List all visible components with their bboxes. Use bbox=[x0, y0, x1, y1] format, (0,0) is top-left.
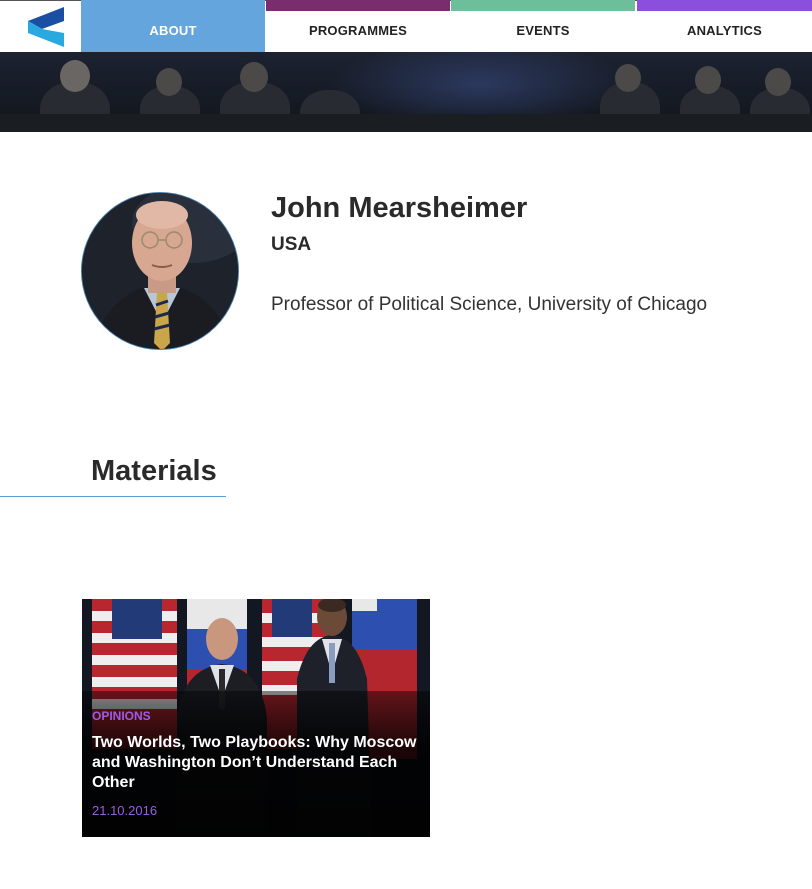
material-card[interactable]: OPINIONS Two Worlds, Two Playbooks: Why … bbox=[82, 599, 430, 837]
portrait-image bbox=[82, 193, 238, 349]
chevron-logo-icon bbox=[28, 7, 64, 47]
nav-item-label: ANALYTICS bbox=[687, 22, 762, 38]
nav-accent-bar bbox=[266, 0, 450, 11]
card-title-link[interactable]: Two Worlds, Two Playbooks: Why Moscow an… bbox=[92, 733, 422, 793]
hero-banner-image bbox=[0, 52, 812, 132]
site-logo[interactable] bbox=[0, 0, 81, 52]
nav-accent-bar bbox=[637, 0, 812, 11]
profile-name: John Mearsheimer bbox=[271, 192, 528, 224]
top-navigation: ABOUT PROGRAMMES EVENTS ANALYTICS bbox=[0, 0, 812, 52]
nav-item-events[interactable]: EVENTS bbox=[451, 0, 635, 52]
nav-item-label: EVENTS bbox=[516, 22, 570, 38]
card-category[interactable]: OPINIONS bbox=[92, 709, 151, 723]
nav-item-label: ABOUT bbox=[149, 22, 197, 38]
profile-photo bbox=[81, 192, 239, 350]
nav-item-programmes[interactable]: PROGRAMMES bbox=[266, 0, 450, 52]
materials-heading: Materials bbox=[91, 455, 217, 487]
profile-position: Professor of Political Science, Universi… bbox=[271, 294, 708, 315]
profile-country: USA bbox=[271, 234, 312, 255]
nav-accent-bar bbox=[451, 0, 635, 11]
nav-item-analytics[interactable]: ANALYTICS bbox=[637, 0, 812, 52]
card-date: 21.10.2016 bbox=[92, 803, 158, 818]
nav-item-about[interactable]: ABOUT bbox=[81, 0, 265, 52]
nav-item-label: PROGRAMMES bbox=[308, 22, 408, 38]
heading-underline bbox=[0, 496, 226, 497]
